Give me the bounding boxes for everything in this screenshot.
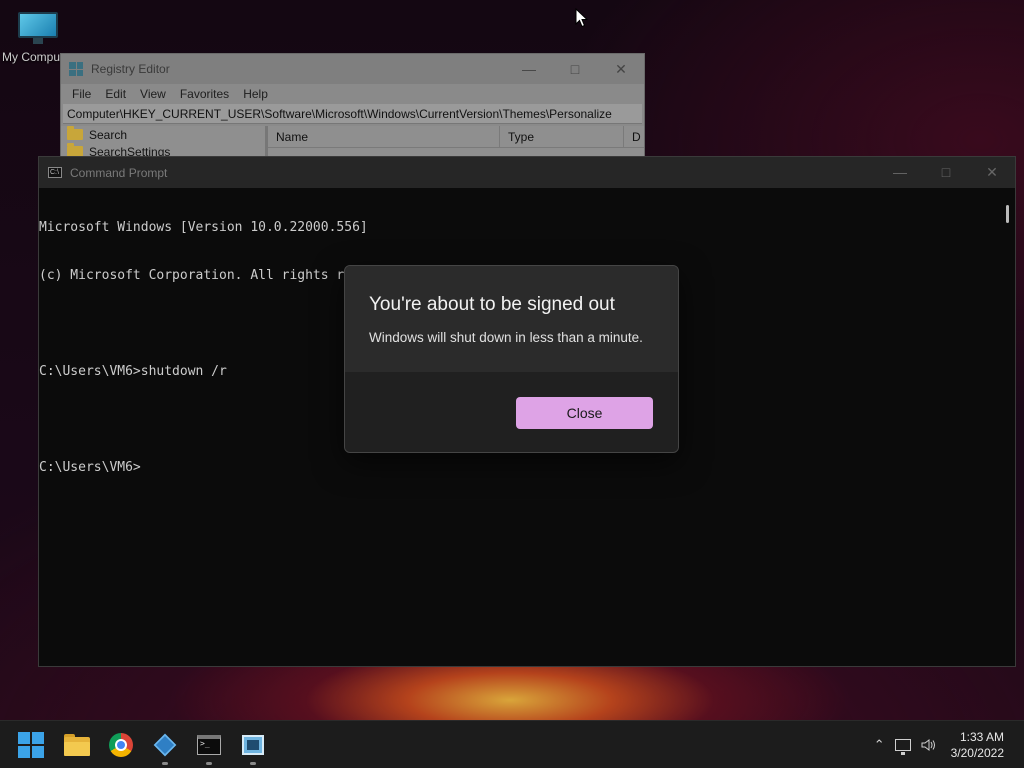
close-icon[interactable]: ✕ [598, 61, 644, 78]
dialog-title: You're about to be signed out [369, 294, 615, 315]
regedit-address-bar[interactable]: Computer\HKEY_CURRENT_USER\Software\Micr… [63, 104, 642, 124]
command-prompt-icon: C:\ [48, 167, 62, 178]
regedit-title: Registry Editor [91, 62, 170, 76]
regedit-menubar: File Edit View Favorites Help [61, 84, 644, 104]
chrome-icon[interactable] [107, 731, 135, 759]
volume-icon[interactable] [921, 739, 937, 751]
chevron-up-icon[interactable]: ⌃ [874, 738, 885, 753]
console-line: Microsoft Windows [Version 10.0.22000.55… [39, 220, 368, 235]
sign-out-dialog: You're about to be signed out Windows wi… [344, 265, 679, 453]
registry-editor-icon [69, 62, 83, 76]
menu-edit[interactable]: Edit [100, 87, 131, 101]
menu-view[interactable]: View [135, 87, 171, 101]
cmd-titlebar[interactable]: C:\ Command Prompt — □ ✕ [39, 157, 1015, 188]
registry-editor-window[interactable]: Registry Editor — □ ✕ File Edit View Fav… [60, 53, 645, 163]
monitor-icon [16, 10, 60, 44]
system-tray: ⌃ 1:33 AM 3/20/2022 [874, 721, 1024, 768]
network-icon[interactable] [894, 739, 911, 755]
command-prompt-icon[interactable]: >_ [195, 731, 223, 765]
file-explorer-icon[interactable] [63, 731, 91, 759]
console-prompt[interactable]: C:\Users\VM6> [39, 460, 1015, 476]
cmd-title: Command Prompt [70, 165, 168, 180]
tree-item-label: Search [89, 127, 128, 142]
regedit-titlebar[interactable]: Registry Editor — □ ✕ [61, 54, 644, 84]
minimize-icon[interactable]: — [877, 164, 923, 181]
close-button[interactable]: Close [516, 397, 653, 429]
dialog-message: Windows will shut down in less than a mi… [369, 330, 643, 345]
minimize-icon[interactable]: — [506, 61, 552, 78]
menu-help[interactable]: Help [238, 87, 273, 101]
start-icon[interactable] [18, 732, 44, 758]
clock-date: 3/20/2022 [950, 746, 1004, 760]
menu-favorites[interactable]: Favorites [175, 87, 234, 101]
column-header-type[interactable]: Type [500, 125, 624, 148]
desktop-icon-label: My Compu [2, 50, 60, 64]
maximize-icon[interactable]: □ [552, 61, 598, 78]
folder-icon [67, 126, 83, 140]
column-header-name[interactable]: Name [268, 125, 500, 148]
clock-time: 1:33 AM [959, 730, 1004, 744]
tree-item[interactable]: Search [67, 126, 265, 143]
maximize-icon[interactable]: □ [923, 164, 969, 181]
column-header-data[interactable]: D [624, 126, 644, 148]
taskbar: >_ ⌃ 1:33 AM 3/20/2022 [0, 720, 1024, 768]
notepad-icon[interactable] [239, 731, 267, 765]
close-icon[interactable]: ✕ [969, 164, 1015, 181]
mouse-cursor-icon [575, 8, 589, 28]
cmd-scrollbar[interactable] [1006, 205, 1009, 223]
menu-file[interactable]: File [67, 87, 96, 101]
clock[interactable]: 1:33 AM 3/20/2022 [951, 729, 1004, 761]
registry-editor-icon[interactable] [151, 731, 179, 765]
